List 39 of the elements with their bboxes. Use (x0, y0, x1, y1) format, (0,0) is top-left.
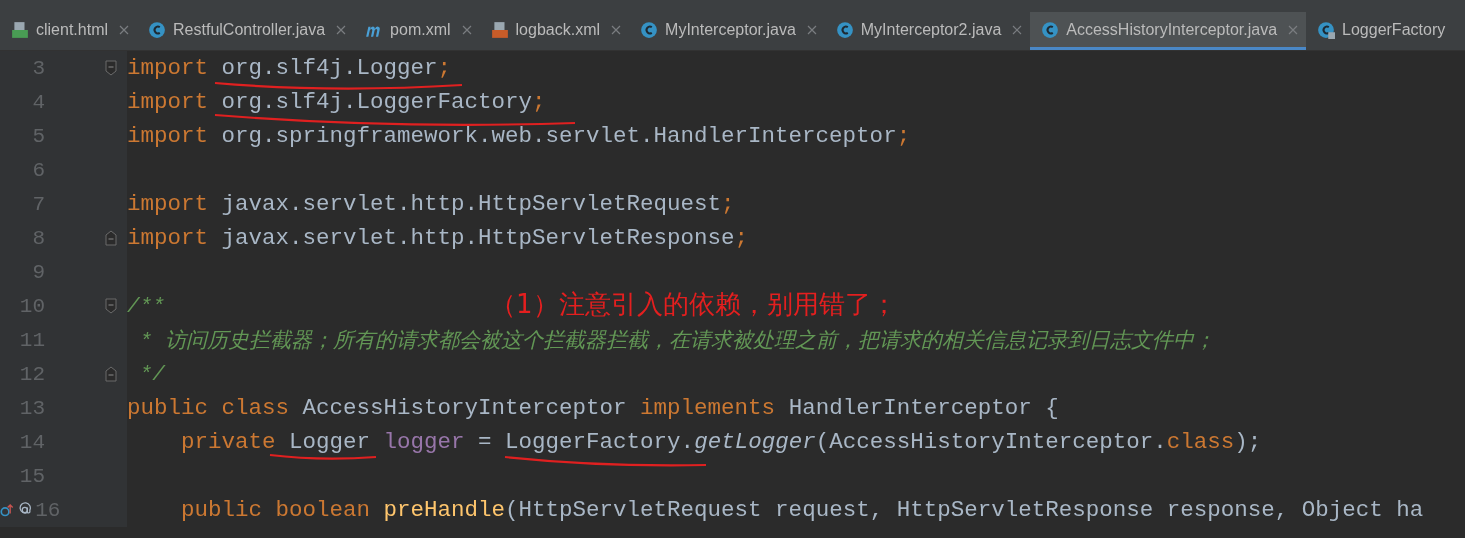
fold-icon[interactable] (105, 60, 117, 76)
file-tab[interactable]: RestfulController.java (137, 12, 355, 50)
class-icon (835, 20, 854, 39)
annotation-note: （1）注意引入的依赖，别用错了； (490, 288, 897, 321)
close-icon[interactable] (1288, 24, 1299, 35)
file-tab[interactable]: MyInterceptor2.java (824, 12, 1031, 50)
file-tab[interactable]: MyInterceptor.java (629, 12, 825, 50)
class-icon (148, 20, 167, 39)
close-icon[interactable] (611, 24, 622, 35)
close-icon[interactable] (806, 24, 817, 35)
close-icon[interactable] (119, 24, 130, 35)
xml-file-icon (490, 20, 509, 39)
file-tab[interactable]: client.html (0, 12, 138, 50)
code-line: public class AccessHistoryInterceptor implements HandlerInterceptor { (127, 395, 1059, 421)
close-icon[interactable] (461, 24, 472, 35)
code-line: private Logger logger = LoggerFactory.getLogger(AccessHistoryInterceptor.class); (180, 429, 1262, 455)
code-line: public boolean preHandle(HttpServletRequest request, HttpServletResponse response, Object ha (180, 497, 1424, 523)
html-file-icon (11, 20, 29, 39)
file-tab[interactable]: logback.xml (479, 12, 630, 50)
code-line: /** (127, 294, 165, 319)
code-line: import javax.servlet.http.HttpServletRequest; (127, 191, 735, 217)
class-icon (640, 20, 659, 39)
fold-icon[interactable] (105, 230, 117, 246)
file-tab[interactable]: pom.xml (354, 12, 480, 50)
class-icon (1041, 20, 1060, 39)
code-line: import org.springframework.web.servlet.HandlerInterceptor; (127, 123, 911, 149)
fold-icon[interactable] (105, 298, 117, 314)
code-line: * 访问历史拦截器；所有的请求都会被这个拦截器拦截，在请求被处理之前，把请求的相关信息记录到日志文件中； (138, 328, 1215, 354)
locked-class-icon (1317, 20, 1336, 39)
code-line: import org.slf4j.LoggerFactory; (127, 89, 546, 115)
file-tab[interactable]: LoggerFactory (1306, 12, 1454, 50)
close-icon[interactable] (336, 24, 347, 35)
close-icon[interactable] (1012, 24, 1023, 35)
file-tab[interactable]: AccessHistoryInterceptor.java (1030, 12, 1307, 50)
code-line: import javax.servlet.http.HttpServletResponse; (127, 225, 749, 251)
fold-icon[interactable] (105, 366, 117, 382)
code-line: */ (138, 362, 165, 387)
implements-method-icon[interactable] (0, 502, 14, 518)
code-line: import org.slf4j.Logger; (127, 55, 452, 81)
